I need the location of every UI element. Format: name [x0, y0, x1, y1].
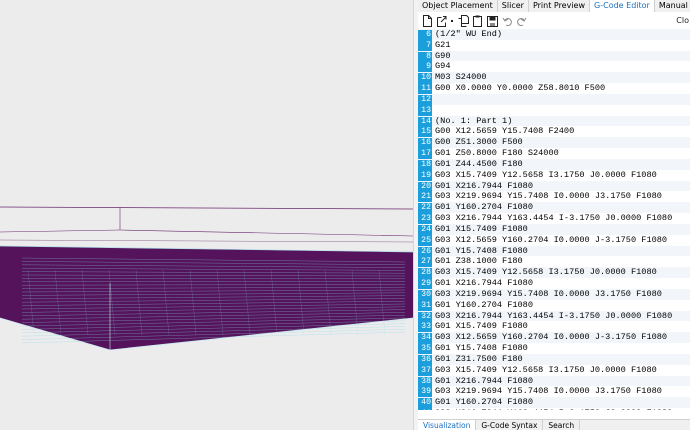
code-line[interactable]: 12 — [418, 93, 690, 106]
code-line[interactable]: 40 G01 Y160.2704 F1080 — [418, 397, 690, 409]
undo-icon[interactable] — [502, 15, 513, 27]
code-text: (No. 1: Part 1) — [435, 115, 513, 126]
code-text: G03 X15.7409 Y12.5658 I3.1750 J0.0000 F1… — [435, 169, 657, 180]
code-text: G01 X216.7944 F1080 — [435, 180, 533, 191]
code-text: G01 Z38.1000 F180 — [435, 256, 523, 267]
code-line[interactable]: 17 G01 Z50.8000 F180 S24000 — [418, 148, 690, 160]
code-line[interactable]: 9 G94 — [418, 61, 690, 74]
code-text: G03 X216.7944 Y163.4454 I-3.1750 J0.0000… — [435, 213, 673, 224]
line-number: 41 — [418, 408, 432, 410]
code-text: G03 X219.9694 Y15.7408 I0.0000 J3.1750 F… — [435, 288, 662, 299]
bottom-tab-g-code-syntax[interactable]: G-Code Syntax — [476, 420, 544, 430]
code-text: G03 X216.7944 Y163.4454 I-3.1750 J0.0000… — [432, 408, 672, 410]
gcode-editor[interactable]: 6 (1/2" WU End) 7 G21 8 G90 9 G94 10 M03 S24000 11… — [418, 29, 690, 410]
bottom-tab-search[interactable]: Search — [543, 420, 581, 430]
code-text: G01 X15.7409 F1080 — [435, 321, 528, 332]
bottom-tab-visualization[interactable]: Visualization — [418, 420, 477, 430]
code-line[interactable]: 36 G01 Z31.7500 F180 — [418, 353, 690, 366]
code-text: G01 Y160.2704 F1080 — [435, 397, 533, 408]
code-lines: 6 (1/2" WU End) 7 G21 8 G90 9 G94 10 M03 S24000 11… — [418, 29, 690, 410]
code-text: G03 X12.5659 Y160.2704 I0.0000 J-3.1750 … — [435, 234, 668, 245]
new-file-icon[interactable] — [422, 15, 433, 27]
code-line[interactable]: 8 G90 — [418, 50, 690, 63]
code-line[interactable]: 11 G00 X0.0000 Y0.0000 Z58.8010 F500 — [418, 83, 690, 95]
code-line[interactable]: 35 G01 Y15.7408 F1080 — [418, 343, 690, 355]
code-line[interactable]: 7 G21 — [418, 39, 690, 52]
code-text: G01 X216.7944 F1080 — [435, 375, 533, 386]
tab-print-preview[interactable]: Print Preview — [529, 0, 591, 12]
code-text: G00 Z51.3000 F500 — [435, 137, 523, 148]
visualization-viewport[interactable] — [0, 0, 413, 430]
code-line[interactable]: 28 G03 X15.7409 Y12.5658 I3.1750 J0.0000 … — [418, 267, 690, 280]
code-line[interactable]: 39 G03 X219.9694 Y15.7408 I0.0000 J3.1750… — [418, 386, 690, 399]
redo-icon[interactable] — [516, 15, 527, 27]
code-line[interactable]: 31 G01 Y160.2704 F1080 — [418, 299, 690, 312]
code-text: G90 — [435, 50, 451, 61]
code-text: G01 Z31.7500 F180 — [435, 353, 523, 364]
code-text: G03 X219.9694 Y15.7408 I0.0000 J3.1750 F… — [435, 191, 662, 202]
code-text: (1/2" WU End) — [435, 29, 503, 39]
tab-object-placement[interactable]: Object Placement — [418, 0, 498, 12]
code-line[interactable]: 19 G03 X15.7409 Y12.5658 I3.1750 J0.0000 … — [418, 169, 690, 182]
code-line[interactable]: 25 G03 X12.5659 Y160.2704 I0.0000 J-3.175… — [418, 234, 690, 247]
code-text: G00 X12.5659 Y15.7408 F2400 — [435, 126, 575, 137]
code-line[interactable]: 6 (1/2" WU End) — [418, 29, 690, 41]
code-text: G03 X15.7409 Y12.5658 I3.1750 J0.0000 F1… — [435, 267, 657, 278]
code-line[interactable]: 21 G03 X219.9694 Y15.7408 I0.0000 J3.1750… — [418, 191, 690, 204]
code-line[interactable]: 10 M03 S24000 — [418, 72, 690, 85]
right-panel: Object Placement Slicer Print Preview G-Cod… — [418, 0, 690, 430]
code-line[interactable]: 18 G01 Z44.4500 F180 — [418, 158, 690, 171]
code-text: G01 X15.7409 F1080 — [435, 223, 528, 234]
code-line[interactable]: 14 (No. 1: Part 1) — [418, 115, 690, 128]
code-line[interactable]: 26 G01 Y15.7408 F1080 — [418, 245, 690, 258]
code-line[interactable]: 20 G01 X216.7944 F1080 — [418, 180, 690, 193]
code-text: G01 X216.7944 F1080 — [435, 278, 533, 289]
code-text: G03 X216.7944 Y163.4454 I-3.1750 J0.0000… — [435, 310, 673, 321]
code-text: G01 Z50.8000 F180 S24000 — [435, 148, 559, 159]
export-icon[interactable] — [436, 15, 447, 27]
code-line[interactable]: 30 G03 X219.9694 Y15.7408 I0.0000 J3.1750… — [418, 288, 690, 301]
code-line[interactable]: 24 G01 X15.7409 F1080 — [418, 223, 690, 236]
code-text: G01 Y15.7408 F1080 — [435, 343, 528, 354]
code-text: G01 Y15.7408 F1080 — [435, 245, 528, 256]
code-line[interactable]: 38 G01 X216.7944 F1080 — [418, 375, 690, 388]
code-text: G01 Y160.2704 F1080 — [435, 202, 533, 213]
code-line[interactable]: 33 G01 X15.7409 F1080 — [418, 321, 690, 334]
bottom-tab-bar: Visualization G-Code Syntax Search — [418, 419, 690, 430]
code-line[interactable]: 13 — [418, 105, 690, 117]
code-text: G03 X15.7409 Y12.5658 I3.1750 J0.0000 F1… — [435, 364, 657, 375]
code-text: G94 — [435, 61, 451, 72]
paste-icon[interactable] — [472, 15, 483, 27]
code-line[interactable]: 23 G03 X216.7944 Y163.4454 I-3.1750 J0.00… — [418, 213, 690, 225]
code-line[interactable]: 27 G01 Z38.1000 F180 — [418, 256, 690, 269]
copy-icon[interactable] — [458, 15, 469, 27]
code-text: G21 — [435, 39, 451, 50]
toolpath-render — [0, 206, 413, 351]
save-icon[interactable] — [487, 15, 498, 27]
code-line[interactable]: 15 G00 X12.5659 Y15.7408 F2400 — [418, 126, 690, 139]
code-line[interactable]: 29 G01 X216.7944 F1080 — [418, 278, 690, 290]
code-line[interactable]: 22 G01 Y160.2704 F1080 — [418, 202, 690, 215]
code-line[interactable]: 32 G03 X216.7944 Y163.4454 I-3.1750 J0.00… — [418, 310, 690, 323]
code-text: G03 X219.9694 Y15.7408 I0.0000 J3.1750 F… — [435, 386, 662, 397]
code-line[interactable]: 37 G03 X15.7409 Y12.5658 I3.1750 J0.0000 … — [418, 364, 690, 377]
tab-g-code-editor[interactable]: G-Code Editor — [590, 0, 655, 12]
code-text: G01 Z44.4500 F180 — [435, 158, 523, 169]
editor-toolbar — [418, 12, 690, 29]
code-text: G00 X0.0000 Y0.0000 Z58.8010 F500 — [435, 83, 606, 94]
code-line[interactable]: 16 G00 Z51.3000 F500 — [418, 137, 690, 150]
tab-slicer[interactable]: Slicer — [498, 0, 529, 12]
close-button[interactable]: Clo — [676, 16, 689, 25]
code-text: G03 X12.5659 Y160.2704 I0.0000 J-3.1750 … — [435, 332, 668, 343]
code-line[interactable]: 34 G03 X12.5659 Y160.2704 I0.0000 J-3.175… — [418, 332, 690, 345]
tab-manual-control[interactable]: Manual Control — [655, 0, 690, 12]
code-line[interactable]: 41G03 X216.7944 Y163.4454 I-3.1750 J0.00… — [418, 408, 690, 410]
code-text: M03 S24000 — [435, 72, 487, 83]
code-text: G01 Y160.2704 F1080 — [435, 299, 533, 310]
